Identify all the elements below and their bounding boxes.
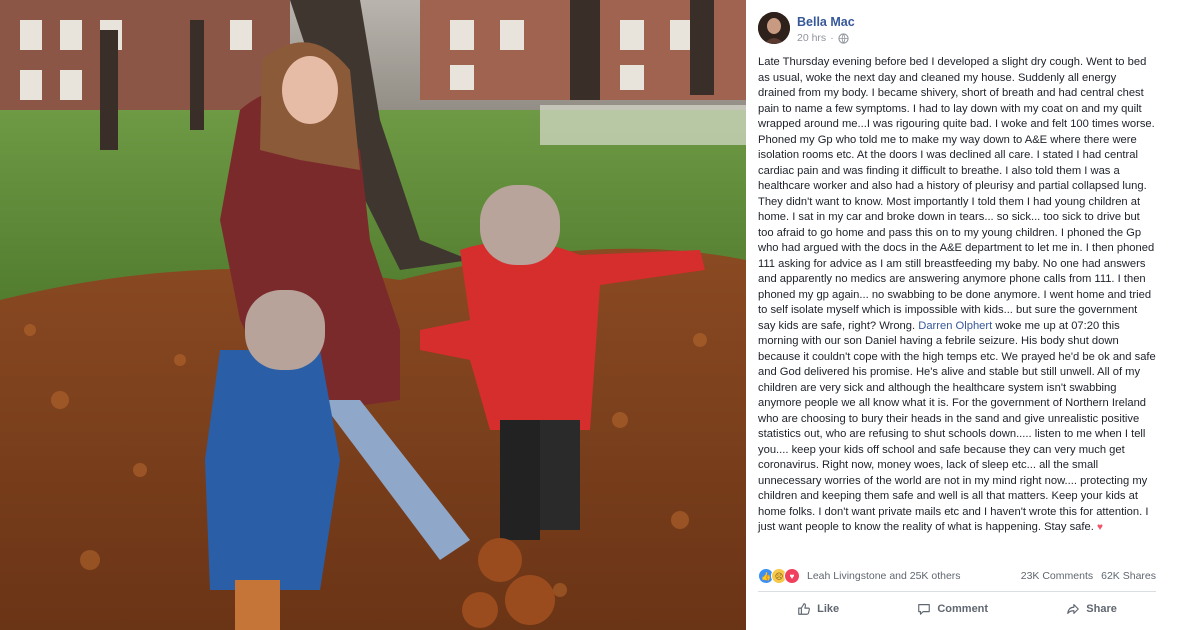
post-text-part1: Late Thursday evening before bed I devel… xyxy=(758,56,1155,332)
heart-emoji: ♥ xyxy=(1096,522,1103,533)
reaction-icons[interactable]: 👍 ☹ ♥ xyxy=(758,568,800,584)
author-name[interactable]: Bella Mac xyxy=(797,15,855,29)
comment-button[interactable]: Comment xyxy=(917,602,988,616)
comments-count[interactable]: 23K Comments xyxy=(1021,570,1093,582)
actions-divider xyxy=(758,591,1156,592)
share-label: Share xyxy=(1086,603,1117,615)
love-reaction-icon: ♥ xyxy=(784,568,800,584)
globe-icon xyxy=(838,32,849,44)
mention-link[interactable]: Darren Olphert xyxy=(918,320,992,332)
meta-separator: · xyxy=(830,32,834,44)
post-meta: 20 hrs · xyxy=(797,32,849,44)
post-timestamp[interactable]: 20 hrs xyxy=(797,32,826,44)
park-photo-illustration xyxy=(0,0,746,630)
reaction-names[interactable]: Leah Livingstone and 25K others xyxy=(807,570,961,582)
post-text-part2: woke me up at 07:20 this morning with ou… xyxy=(758,319,1156,534)
like-label: Like xyxy=(817,603,840,615)
post-photo[interactable] xyxy=(0,0,746,630)
share-arrow-icon xyxy=(1067,604,1080,614)
engagement-counts: 23K Comments 62K Shares xyxy=(1021,570,1156,582)
reactions-bar: 👍 ☹ ♥ Leah Livingstone and 25K others 23… xyxy=(758,567,1156,585)
share-button[interactable]: Share xyxy=(1066,602,1117,616)
facebook-post: Bella Mac 20 hrs · Late Thursday evening… xyxy=(746,0,1200,630)
comment-label: Comment xyxy=(937,603,989,615)
like-button[interactable]: Like xyxy=(797,602,839,616)
author-avatar[interactable] xyxy=(758,12,790,44)
post-actions: Like Comment Share xyxy=(758,595,1156,623)
speech-bubble-icon xyxy=(918,604,931,615)
shares-count[interactable]: 62K Shares xyxy=(1101,570,1156,582)
thumbs-up-icon xyxy=(798,603,811,615)
post-body: Late Thursday evening before bed I devel… xyxy=(758,55,1156,536)
